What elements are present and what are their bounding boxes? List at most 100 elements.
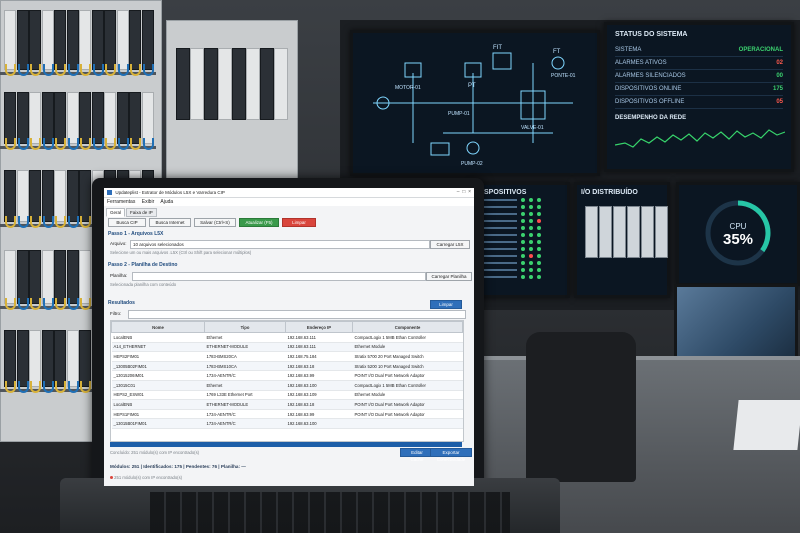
device-led-row (477, 217, 563, 224)
column-header[interactable]: Tipo (204, 321, 286, 333)
plc-module (16, 92, 29, 144)
table-row[interactable]: _13015C01 Ethernet 192.168.63.100 CompactLo… (111, 380, 463, 391)
results-clear-button[interactable]: Limpar (430, 300, 462, 309)
status-led-icon (537, 274, 541, 279)
laptop-keyboard (150, 492, 510, 533)
minimize-icon[interactable]: – (457, 189, 460, 195)
column-header[interactable]: Componente (352, 321, 463, 333)
status-led-icon (537, 218, 541, 223)
table-row[interactable]: LocalENB Ethernet 192.168.63.111 CompactLog… (111, 332, 463, 343)
results-table: Nome Tipo Endereço IP Componente LocalEN… (111, 321, 463, 429)
table-cell: 192.168.75.184 (285, 351, 353, 362)
wire (17, 381, 29, 393)
table-row[interactable]: HEPS2FIM01 1783-BMS20CA 192.168.75.184 Stra… (111, 351, 463, 362)
table-cell: HEPS2_ESW01 (111, 390, 205, 401)
device-led-row (477, 231, 563, 238)
table-row[interactable]: LocalENB ETHERNET-MODULE 192.168.63.18 POIN… (111, 399, 463, 410)
carregar-planilha-button[interactable]: Carregar Planilha (426, 272, 472, 281)
table-cell: LocalENB (111, 399, 205, 410)
wire (17, 216, 29, 228)
tab-faixa-ip[interactable]: Faixa de IP (126, 208, 157, 217)
status-led-icon (529, 197, 533, 202)
table-row[interactable]: HEPS2_ESW01 1769 L33E Ethernet Port 192.16… (111, 390, 463, 401)
menu-exibir[interactable]: Exibir (142, 199, 155, 205)
table-cell: _13015206IM01 (111, 370, 205, 381)
maximize-icon[interactable]: □ (462, 189, 465, 195)
table-header-row: Nome Tipo Endereço IP Componente (111, 321, 463, 333)
table-cell: Stratix 5200 10 Port Managed Switch (352, 361, 463, 372)
plc-module (41, 10, 54, 70)
status-led-icon (521, 274, 525, 279)
table-row[interactable]: _13005B02FIM01 1783-BMS10CA 192.168.63.18 S… (111, 361, 463, 372)
limpar-button[interactable]: Limpar (282, 218, 316, 227)
menu-ajuda[interactable]: Ajuda (160, 199, 173, 205)
status-led-icon (529, 232, 533, 237)
column-header[interactable]: Nome (111, 321, 205, 333)
carregar-l5x-button[interactable]: Carregar L5X (430, 240, 470, 249)
factory-camera-monitor (674, 284, 798, 366)
io-monitor: I/O DISTRIBUÍDO (574, 182, 670, 298)
table-cell: 192.168.63.18 (285, 399, 353, 410)
plc-module (54, 250, 66, 304)
plc-module (29, 330, 41, 387)
plc-module (4, 250, 16, 304)
status-led-icon (537, 197, 541, 202)
planilha-field[interactable] (132, 272, 426, 281)
wire (80, 216, 91, 228)
wire (30, 216, 41, 228)
plc-module (141, 92, 154, 144)
status-row: DISPOSITIVOS OFFLINE 05 (615, 96, 783, 109)
io-title: I/O DISTRIBUÍDO (581, 189, 638, 196)
status-row-label: DISPOSITIVOS ONLINE (615, 86, 682, 92)
plc-module (41, 330, 54, 387)
editar-cache-button[interactable]: Editar Cache (400, 448, 434, 462)
wire (130, 64, 141, 76)
tab-strip: Geral Faixa de IP (106, 208, 158, 217)
wire (5, 216, 16, 228)
arquivo-field[interactable]: 10 arquivos selecionados (130, 240, 430, 249)
step1-label: Arquivo: (110, 241, 127, 246)
network-title: DESEMPENHO DA REDE (615, 115, 687, 121)
atualizar-button[interactable]: Atualizar (F5) (239, 218, 279, 227)
status-led-icon (529, 246, 533, 251)
busca-internet-button[interactable]: Busca Internet (149, 218, 191, 227)
exportar-conectividade-button[interactable]: Exportar Conectividade (430, 448, 472, 462)
status-led-icon (521, 260, 525, 265)
network-graph (614, 129, 786, 148)
status-led-icon (537, 246, 541, 251)
table-row[interactable]: A14_ETHERNET ETHERNET-MODULE 192.168.63.11… (111, 342, 463, 353)
status-led-icon (537, 232, 541, 237)
io-module (655, 206, 668, 258)
table-cell: Ethernet Module (352, 342, 463, 353)
filter-input[interactable] (128, 310, 466, 319)
progress-fill (110, 442, 462, 447)
close-icon[interactable]: × (468, 189, 471, 195)
plc-module (4, 10, 16, 70)
footer-status: 251 módulo(s) com IP encontrado(s) (110, 475, 182, 480)
results-table-container: Nome Tipo Endereço IP Componente LocalEN… (110, 320, 464, 442)
pid-label: PT (468, 83, 476, 89)
io-module (585, 206, 598, 258)
table-cell: A14_ETHERNET (111, 342, 205, 353)
device-led-row (477, 245, 563, 252)
status-led-icon (521, 232, 525, 237)
menu-ferramentas[interactable]: Ferramentas (107, 199, 135, 205)
table-row[interactable]: _13015206IM01 1734-AENTR/C 192.168.63.99 PO… (111, 370, 463, 381)
table-row[interactable]: _13015B01FIM01 1734-AENTR/C 192.168.63.100 (111, 418, 463, 429)
device-led-row (477, 238, 563, 245)
status-led-icon (521, 218, 525, 223)
busca-cip-button[interactable]: Busca CIP (108, 218, 146, 227)
salvar-button[interactable]: Salvar (Ctrl+S) (194, 218, 236, 227)
table-cell: POINT I/O Dual Port Network Adaptor (352, 399, 463, 410)
device-led-list (477, 196, 563, 280)
column-header[interactable]: Endereço IP (285, 321, 353, 333)
table-cell: CompactLogix 1 5MB Ethan Controller (352, 332, 463, 343)
tab-geral[interactable]: Geral (106, 208, 126, 217)
plc-module (54, 170, 66, 222)
table-row[interactable]: HEPS1FIM01 1734-AENTR/C 192.168.63.99 POINT… (111, 409, 463, 420)
step1-title: Passo 1 - Arquivos L5X (108, 231, 164, 237)
plc-module (79, 250, 91, 304)
wire (67, 381, 79, 393)
device-led-row (477, 252, 563, 259)
device-led-row (477, 259, 563, 266)
